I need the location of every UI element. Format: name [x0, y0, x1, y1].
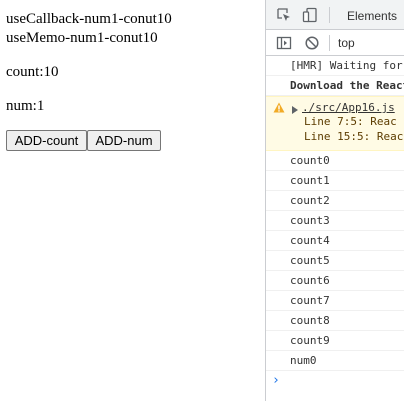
- context-selector[interactable]: top: [338, 36, 355, 50]
- warning-line-1: Line 7:5: Reac: [304, 115, 397, 128]
- count-text: count:10: [6, 64, 59, 80]
- devtools-tabbar: Elements: [266, 0, 404, 30]
- console-log-row: count7: [266, 291, 404, 311]
- num-text: num:1: [6, 98, 45, 114]
- console-toolbar: top: [266, 30, 404, 56]
- inspect-icon[interactable]: [276, 7, 292, 23]
- usememo-text: useMemo-num1-conut10: [6, 30, 158, 46]
- add-count-button[interactable]: ADD-count: [6, 130, 87, 151]
- tab-elements[interactable]: Elements: [347, 9, 397, 23]
- console-log-row: count1: [266, 171, 404, 191]
- console-message-download: Download the React: [266, 76, 404, 96]
- console-log-row: count8: [266, 311, 404, 331]
- console-warning[interactable]: ./src/App16.js Line 7:5: Reac Line 15:5:…: [266, 96, 404, 151]
- clear-console-icon[interactable]: [304, 35, 320, 51]
- toolbar-separator: [329, 35, 330, 51]
- console-message-hmr: [HMR] Waiting for: [266, 56, 404, 76]
- devtools-panel: Elements top [HMR] Waiting for Download …: [265, 0, 404, 401]
- warning-icon: [273, 102, 285, 113]
- console-log-row: count9: [266, 331, 404, 351]
- console-log-row: count6: [266, 271, 404, 291]
- add-num-button[interactable]: ADD-num: [87, 130, 161, 151]
- console-log-row: count2: [266, 191, 404, 211]
- usecallback-text: useCallback-num1-conut10: [6, 11, 172, 27]
- console-log-row: count5: [266, 251, 404, 271]
- console-log-row: count3: [266, 211, 404, 231]
- app-pane: useCallback-num1-conut10 useMemo-num1-co…: [0, 0, 265, 401]
- console-prompt[interactable]: ›: [266, 371, 404, 391]
- console-log-row: count0: [266, 151, 404, 171]
- prompt-chevron-icon: ›: [272, 373, 280, 388]
- warning-source-link[interactable]: ./src/App16.js: [302, 101, 395, 114]
- tab-separator: [329, 7, 330, 23]
- sidebar-toggle-icon[interactable]: [276, 35, 292, 51]
- expand-arrow-icon[interactable]: [292, 104, 298, 114]
- console-log-list: count0 count1 count2 count3 count4 count5 coun…: [266, 151, 404, 371]
- console-log-row: num0: [266, 351, 404, 371]
- console-output: [HMR] Waiting for Download the React ./s…: [266, 56, 404, 391]
- console-log-row: count4: [266, 231, 404, 251]
- warning-line-2: Line 15:5: Reac: [304, 130, 404, 143]
- device-toggle-icon[interactable]: [302, 7, 318, 23]
